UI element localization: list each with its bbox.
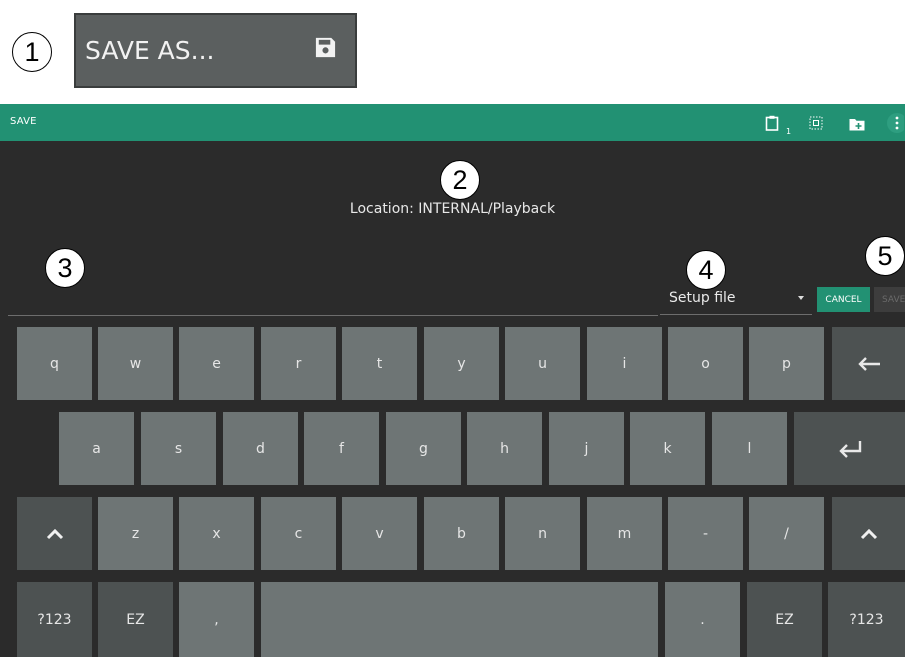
symbols-key-right[interactable]: ?123 [828, 582, 905, 657]
key-c[interactable]: c [261, 497, 336, 570]
chevron-down-icon [798, 296, 804, 300]
symbols-key-left[interactable]: ?123 [17, 582, 92, 657]
save-dialog: Location: INTERNAL/Playback Setup file C… [0, 141, 905, 657]
dialog-title: SAVE [10, 116, 37, 127]
key-j[interactable]: j [549, 412, 624, 485]
chevron-up-icon [46, 528, 63, 539]
enter-key[interactable] [794, 412, 905, 485]
file-type-select[interactable]: Setup file [660, 285, 812, 315]
key-s[interactable]: s [141, 412, 216, 485]
key-u[interactable]: u [505, 327, 580, 400]
save-dialog-titlebar: SAVE 1 [0, 104, 905, 141]
key-period[interactable]: . [665, 582, 740, 657]
select-all-icon[interactable] [809, 115, 823, 134]
key-m[interactable]: m [587, 497, 662, 570]
backspace-arrow-icon [857, 356, 880, 371]
key-i[interactable]: i [587, 327, 662, 400]
new-folder-icon[interactable] [849, 116, 865, 135]
backspace-key[interactable] [832, 327, 905, 400]
key-k[interactable]: k [630, 412, 705, 485]
key-z[interactable]: z [98, 497, 173, 570]
key-e[interactable]: e [179, 327, 254, 400]
key-f[interactable]: f [304, 412, 379, 485]
key-x[interactable]: x [179, 497, 254, 570]
key-y[interactable]: y [424, 327, 499, 400]
key-q[interactable]: q [17, 327, 92, 400]
save-as-button[interactable]: SAVE AS... [74, 13, 357, 88]
callout-2: 2 [440, 160, 480, 200]
chevron-up-icon [860, 528, 877, 539]
key-d[interactable]: d [223, 412, 298, 485]
key-h[interactable]: h [467, 412, 542, 485]
key-v[interactable]: v [342, 497, 417, 570]
key-a[interactable]: a [59, 412, 134, 485]
shift-key-right[interactable] [832, 497, 905, 570]
callout-3: 3 [45, 248, 85, 288]
floppy-disk-icon [314, 36, 337, 65]
key-o[interactable]: o [668, 327, 743, 400]
key-w[interactable]: w [98, 327, 173, 400]
callout-4: 4 [686, 250, 726, 290]
clipboard-icon[interactable] [765, 115, 779, 135]
key-b[interactable]: b [424, 497, 499, 570]
ez-key-left[interactable]: EZ [98, 582, 173, 657]
key-hyphen[interactable]: - [668, 497, 743, 570]
filename-input[interactable] [8, 315, 658, 316]
clipboard-count: 1 [786, 127, 792, 136]
key-r[interactable]: r [261, 327, 336, 400]
shift-key-left[interactable] [17, 497, 92, 570]
key-t[interactable]: t [342, 327, 417, 400]
enter-arrow-icon [838, 440, 861, 458]
key-comma[interactable]: , [179, 582, 254, 657]
callout-5: 5 [865, 236, 905, 276]
key-n[interactable]: n [505, 497, 580, 570]
more-vert-icon[interactable] [886, 112, 905, 138]
file-type-value: Setup file [669, 290, 736, 306]
ez-key-right[interactable]: EZ [747, 582, 822, 657]
key-slash[interactable]: / [749, 497, 824, 570]
key-g[interactable]: g [386, 412, 461, 485]
location-label: Location: INTERNAL/Playback [349, 201, 556, 217]
key-p[interactable]: p [749, 327, 824, 400]
save-as-label: SAVE AS... [85, 36, 215, 65]
key-l[interactable]: l [712, 412, 787, 485]
cancel-button[interactable]: CANCEL [817, 287, 870, 312]
callout-1: 1 [12, 32, 52, 72]
space-key[interactable] [261, 582, 658, 657]
save-button[interactable]: SAVE [874, 287, 905, 312]
